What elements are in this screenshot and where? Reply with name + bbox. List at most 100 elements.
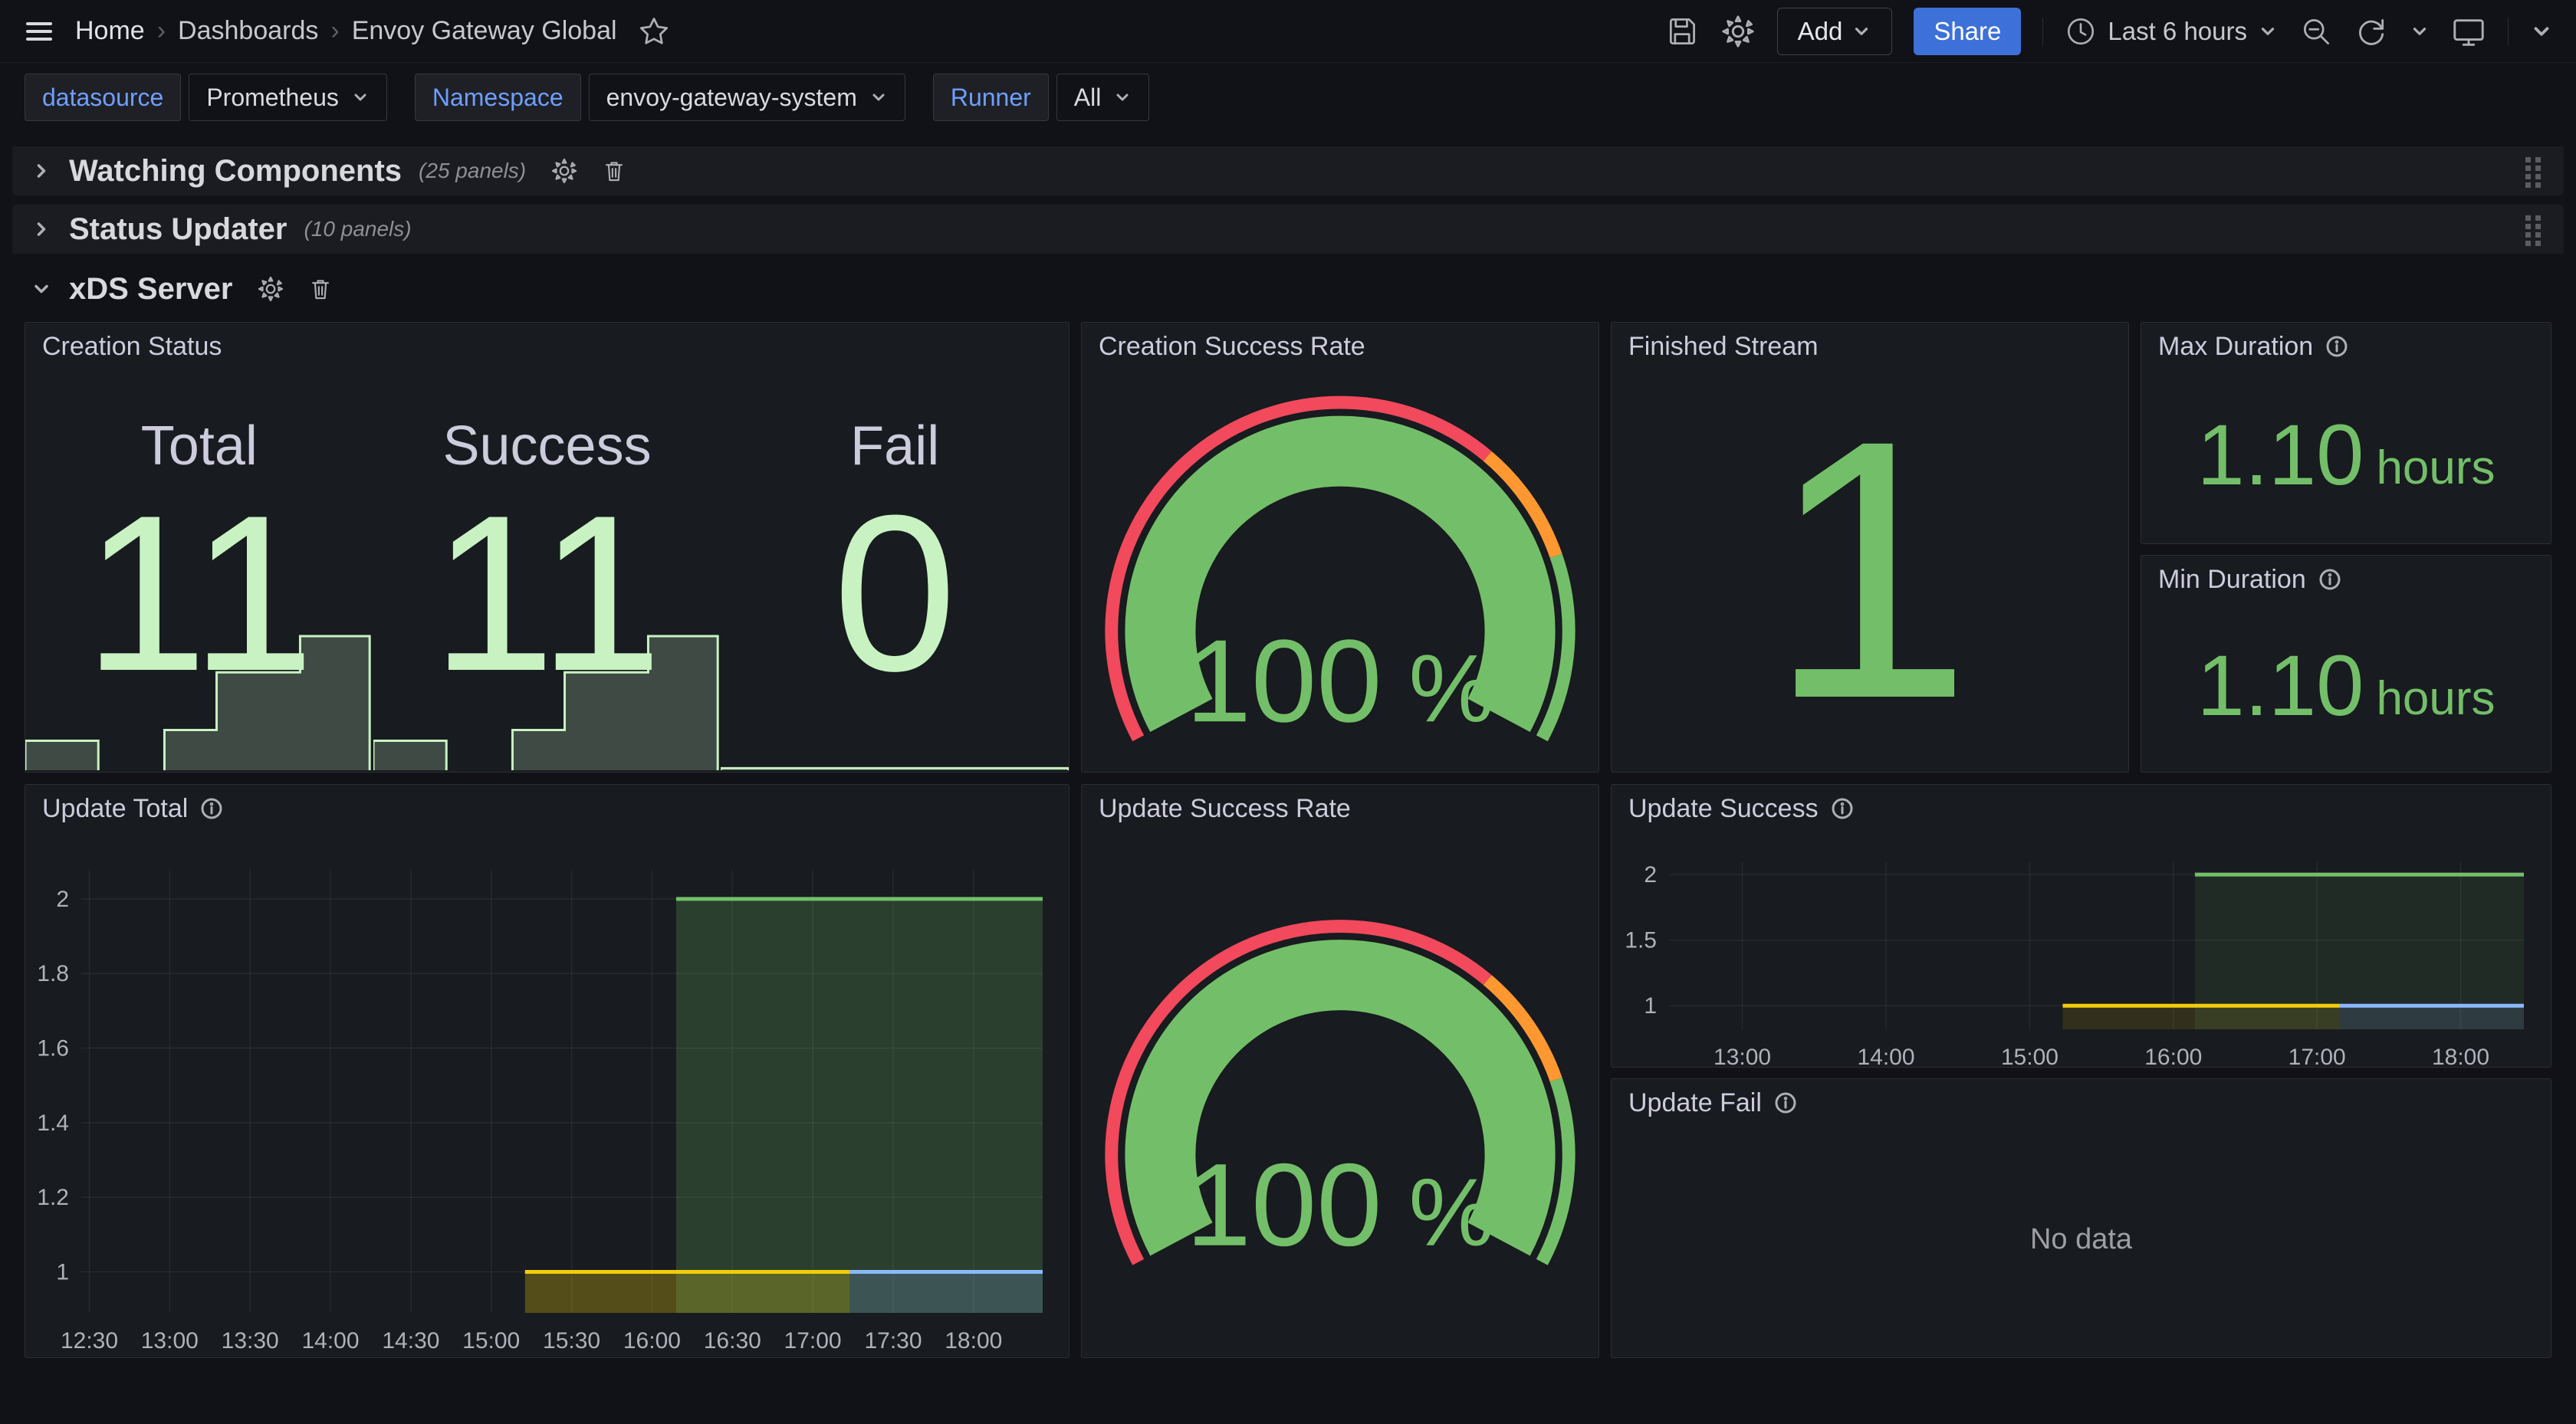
panel-creation-success-rate[interactable]: Creation Success Rate 100 % [1081,322,1599,773]
stat-label: Fail [850,415,939,477]
variable-select-namespace[interactable]: envoy-gateway-system [589,74,905,121]
row-drag-handle[interactable] [2522,211,2545,248]
panel-creation-status[interactable]: Creation Status Total 11 Success 11 Fail… [25,322,1070,773]
panel-title[interactable]: Max Duration [2158,332,2313,362]
row-delete-trash-icon[interactable] [601,158,627,184]
variable-value: envoy-gateway-system [606,84,857,112]
chevron-right-icon [31,160,52,182]
panel-update-fail[interactable]: Update Fail No data [1611,1078,2551,1358]
time-range-label: Last 6 hours [2108,17,2247,46]
duration-unit: hours [2376,441,2495,495]
row-xds-server[interactable]: xDS Server [12,264,2564,313]
timeseries-update-total: 12:3013:0013:3014:0014:3015:0015:3016:00… [25,828,1069,1357]
hamburger-menu-icon[interactable] [23,15,55,48]
chevron-down-icon [31,278,52,300]
row-delete-trash-icon[interactable] [307,276,334,302]
stat-fail: Fail 0 [721,366,1069,772]
refresh-icon[interactable] [2354,15,2388,48]
row-panel-count: (10 panels) [304,217,412,241]
row-drag-handle[interactable] [2522,153,2545,189]
variable-label-namespace[interactable]: Namespace [415,74,581,121]
panel-title[interactable]: Update Total [42,794,188,824]
svg-text:1.5: 1.5 [1625,928,1657,953]
row-title[interactable]: Status Updater [69,212,288,247]
info-icon[interactable] [1831,797,1854,820]
panel-update-success[interactable]: Update Success 13:0014:0015:0016:0017:00… [1611,784,2551,1068]
info-icon[interactable] [2325,335,2348,358]
panel-min-duration[interactable]: Min Duration 1.10 hours [2141,555,2551,773]
svg-text:18:00: 18:00 [2432,1045,2489,1067]
variable-select-runner[interactable]: All [1056,74,1150,121]
svg-text:15:00: 15:00 [462,1328,520,1353]
duration-unit: hours [2376,671,2495,726]
panel-title[interactable]: Creation Status [42,332,222,362]
row-watching-components[interactable]: Watching Components (25 panels) [12,146,2564,195]
info-icon[interactable] [200,797,223,820]
info-icon[interactable] [1774,1091,1797,1114]
panel-max-duration[interactable]: Max Duration 1.10 hours [2141,322,2551,544]
breadcrumb-dashboards[interactable]: Dashboards [178,16,318,46]
svg-text:17:00: 17:00 [784,1328,842,1353]
svg-text:16:00: 16:00 [623,1328,681,1353]
chevron-right-icon: › [157,16,166,46]
kiosk-tv-icon[interactable] [2451,14,2486,49]
panel-title[interactable]: Min Duration [2158,565,2306,595]
svg-text:2: 2 [1644,862,1657,888]
svg-text:13:00: 13:00 [141,1328,199,1353]
svg-text:2: 2 [56,887,69,912]
panel-finished-stream[interactable]: Finished Stream 1 [1611,322,2129,773]
svg-text:17:30: 17:30 [864,1328,922,1353]
variable-label-datasource[interactable]: datasource [25,74,181,121]
info-icon[interactable] [2318,568,2341,591]
svg-text:14:30: 14:30 [382,1328,439,1353]
stat-value: 0 [833,482,957,704]
svg-text:13:00: 13:00 [1714,1045,1771,1067]
panel-update-success-rate[interactable]: Update Success Rate 100 % [1081,784,1599,1358]
panel-title[interactable]: Update Success Rate [1099,794,1351,824]
variable-label-runner[interactable]: Runner [933,74,1049,121]
nav-collapse-chevron-icon[interactable] [2530,20,2553,43]
svg-text:18:00: 18:00 [945,1328,1002,1353]
panel-title[interactable]: Update Success [1628,794,1819,824]
svg-text:14:00: 14:00 [301,1328,359,1353]
time-range-picker[interactable]: Last 6 hours [2065,15,2278,48]
max-duration-stat: 1.10 hours [2141,366,2551,543]
save-dashboard-icon[interactable] [1665,15,1699,48]
svg-text:100 %: 100 % [1186,1140,1495,1271]
zoom-out-icon[interactable] [2299,15,2333,48]
row-settings-gear-icon[interactable] [550,157,578,185]
svg-text:17:00: 17:00 [2288,1045,2346,1067]
svg-text:1: 1 [1644,993,1657,1019]
svg-text:15:00: 15:00 [2001,1045,2058,1067]
stat-label: Total [141,415,258,477]
timeseries-update-success: 13:0014:0015:0016:0017:0018:0011.52 [1612,828,2551,1067]
svg-text:16:00: 16:00 [2144,1045,2202,1067]
refresh-interval-chevron-icon[interactable] [2410,21,2430,41]
panel-update-total[interactable]: Update Total 12:3013:0013:3014:0014:3015… [25,784,1070,1358]
chevron-down-icon [869,88,888,107]
row-status-updater[interactable]: Status Updater (10 panels) [12,205,2564,254]
add-button[interactable]: Add [1777,8,1893,55]
chevron-right-icon: › [330,16,339,46]
row-settings-gear-icon[interactable] [257,275,284,303]
chevron-down-icon [1852,21,1871,41]
chevron-down-icon [351,88,370,107]
dashboard-settings-icon[interactable] [1720,14,1756,49]
share-button[interactable]: Share [1914,8,2021,55]
row-title[interactable]: Watching Components [69,154,402,189]
favorite-star-icon[interactable] [637,15,671,48]
panel-title[interactable]: Finished Stream [1628,332,1819,362]
svg-text:100 %: 100 % [1186,615,1495,746]
breadcrumb-home[interactable]: Home [75,16,145,46]
stat-success: Success 11 [373,366,721,772]
row-title[interactable]: xDS Server [69,272,232,307]
panel-title[interactable]: Update Fail [1628,1088,1762,1118]
svg-text:1.6: 1.6 [37,1036,69,1061]
stat-value: 11 [432,482,662,704]
stat-total: Total 11 [25,366,373,772]
panel-title[interactable]: Creation Success Rate [1099,332,1365,362]
variable-select-datasource[interactable]: Prometheus [189,74,387,121]
breadcrumb-dashboard-title[interactable]: Envoy Gateway Global [352,16,617,46]
svg-text:15:30: 15:30 [543,1328,600,1353]
chevron-down-icon [2258,21,2278,41]
